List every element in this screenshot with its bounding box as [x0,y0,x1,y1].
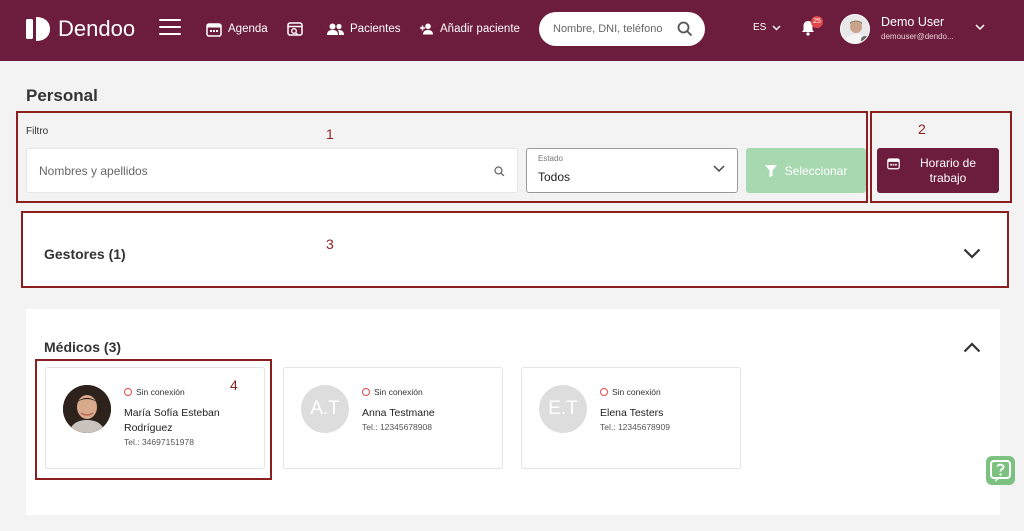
notification-badge: 25 [811,16,823,28]
status-badge: Sin conexión [362,387,423,397]
annotation-box-3 [21,211,1009,288]
annotation-label-4: 4 [230,377,238,393]
chevron-down-icon [772,25,781,30]
offline-dot-icon [362,388,370,396]
help-button[interactable] [986,456,1015,485]
nav-pacientes-label: Pacientes [350,23,401,35]
filter-label: Filtro [26,126,49,137]
gestores-title: Gestores (1) [44,246,126,262]
language-selector[interactable]: ES [753,22,781,33]
name-filter-input[interactable] [39,149,479,192]
brand-name: Dendoo [58,16,136,41]
user-email: demouser@dendo... [881,32,954,41]
doctor-card[interactable]: A.T Sin conexión Anna Testmane Tel.: 123… [283,367,503,469]
estado-value: Todos [538,170,571,184]
user-menu-chevron-icon[interactable] [975,24,985,31]
add-user-icon [420,23,433,35]
estado-select[interactable]: Estado Todos [526,148,738,193]
doctor-initials-avatar: E.T [539,385,587,433]
user-name: Demo User [881,15,945,29]
annotation-label-1: 1 [326,126,334,142]
nav-calendar-search[interactable] [287,18,304,40]
horario-de-trabajo-button[interactable]: Horario de trabajo [877,148,999,193]
patient-search [539,12,705,46]
estado-label: Estado [538,154,563,163]
nav-agenda-label: Agenda [228,23,268,35]
annotation-label-2: 2 [918,121,926,137]
avatar[interactable] [840,14,870,44]
doctor-phone: Tel.: 12345678909 [600,422,670,432]
filter-funnel-icon [764,164,777,177]
nav-agenda[interactable]: Agenda [206,18,268,40]
help-icon [990,460,1011,482]
chevron-down-icon [713,165,725,173]
chevron-up-icon[interactable] [963,342,981,353]
doctor-name: Anna Testmane [362,407,435,419]
user-avatar-icon [845,20,869,43]
calendar-search-icon [287,22,303,36]
menu-hamburger-icon[interactable] [159,19,181,37]
chevron-down-icon[interactable] [963,248,981,259]
calendar-icon [206,22,222,37]
nav-anadir-label: Añadir paciente [440,23,520,35]
status-text: Sin conexión [612,387,661,397]
horario-label: Horario de trabajo [919,156,977,185]
language-value: ES [753,22,767,33]
seleccionar-button[interactable]: Seleccionar [746,148,866,193]
search-icon[interactable] [677,21,693,37]
name-filter-field [26,148,518,193]
page-title: Personal [26,86,98,105]
search-icon[interactable] [494,166,505,177]
patient-search-input[interactable] [553,12,673,46]
doctor-phone: Tel.: 12345678908 [362,422,432,432]
offline-dot-icon [600,388,608,396]
nav-anadir-paciente[interactable]: Añadir paciente [420,18,520,40]
doctor-name: Elena Testers [600,407,664,419]
status-text: Sin conexión [374,387,423,397]
status-badge: Sin conexión [600,387,661,397]
doctor-initials-avatar: A.T [301,385,349,433]
calendar-icon [887,158,900,170]
doctor-card[interactable]: E.T Sin conexión Elena Testers Tel.: 123… [521,367,741,469]
annotation-label-3: 3 [326,236,334,252]
dendoo-logo-icon [26,17,50,41]
nav-pacientes[interactable]: Pacientes [327,18,401,40]
medicos-title: Médicos (3) [44,339,122,355]
top-bar: Dendoo Agenda Pacientes Añadir paciente … [0,0,1024,61]
users-icon [327,23,344,35]
seleccionar-label: Seleccionar [784,163,848,178]
